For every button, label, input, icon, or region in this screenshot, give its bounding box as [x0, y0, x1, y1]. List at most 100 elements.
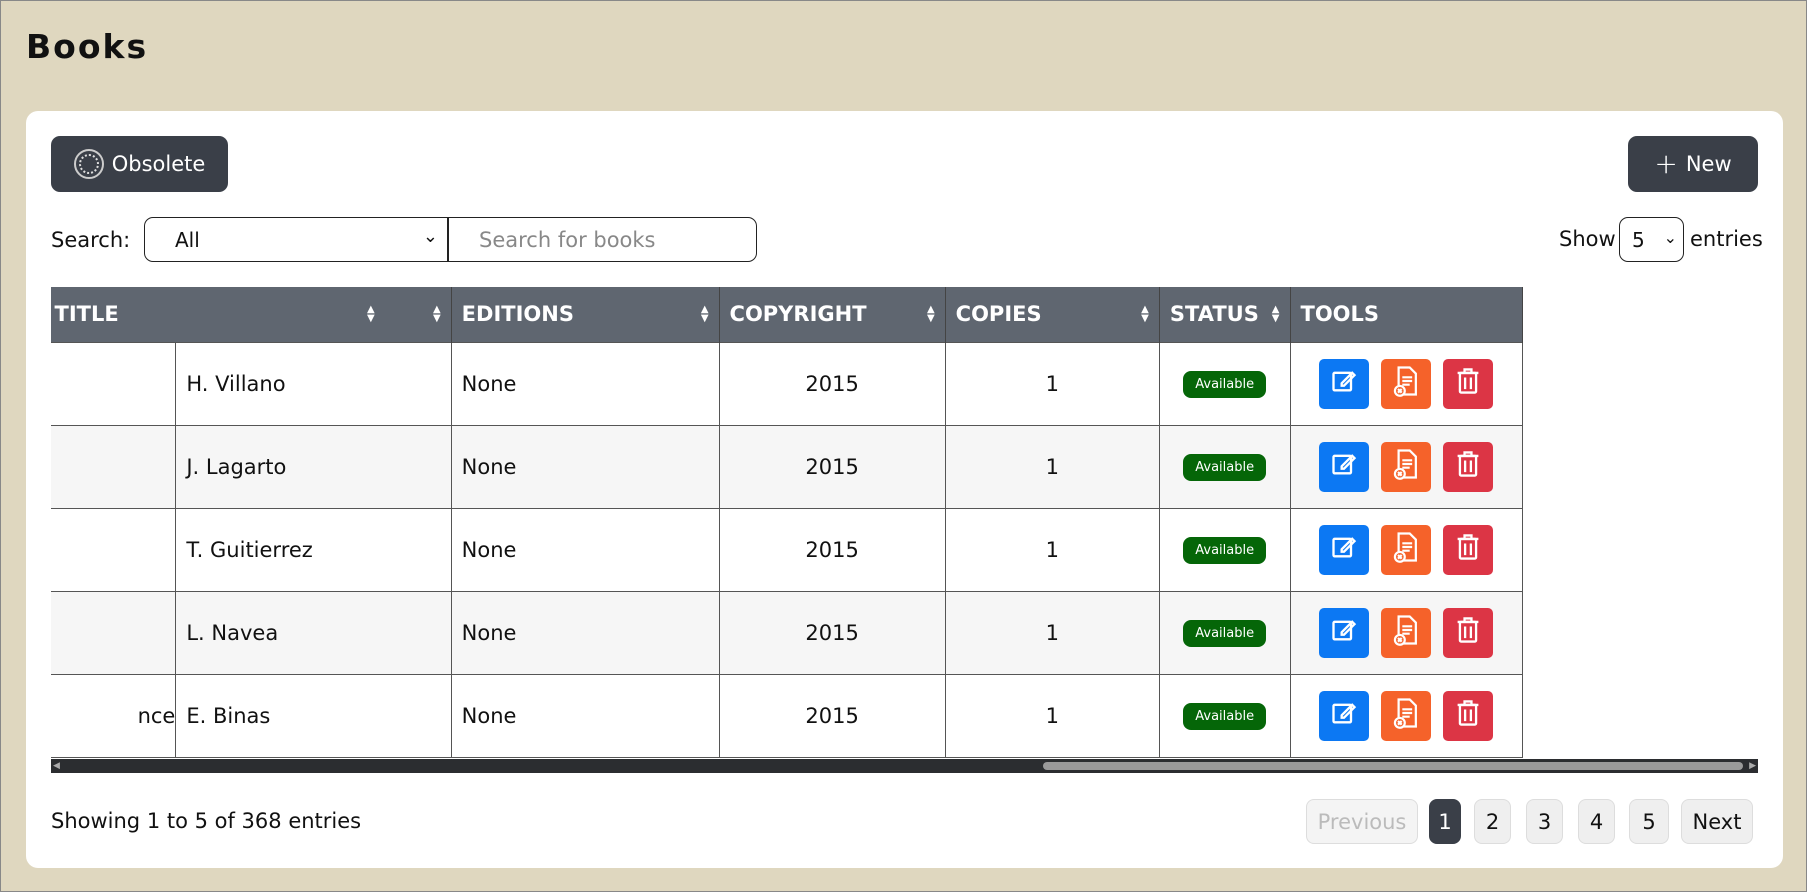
delete-button[interactable]	[1443, 524, 1494, 575]
edit-button[interactable]	[1319, 607, 1370, 658]
pagination-next[interactable]: Next	[1681, 799, 1753, 844]
cell-editions: None	[450, 673, 720, 758]
books-card: Obsolete + New Search: All ⌄ Search for …	[26, 111, 1783, 868]
scrollbar-thumb[interactable]	[1043, 762, 1743, 770]
cell-tools	[1289, 673, 1523, 758]
horizontal-scrollbar[interactable]: ◀ ▶	[51, 759, 1758, 773]
cell-title-text: nce	[137, 703, 176, 728]
new-button[interactable]: + New	[1628, 136, 1758, 192]
cell-copies: 1	[944, 507, 1160, 592]
cell-copies-text: 1	[1045, 454, 1059, 479]
mark-obsolete-button[interactable]	[1381, 441, 1432, 492]
chevron-down-icon: ⌄	[1663, 228, 1677, 247]
status-badge: Available	[1183, 703, 1267, 730]
cell-status: Available	[1158, 424, 1291, 509]
mark-obsolete-button[interactable]	[1381, 607, 1432, 658]
edit-icon	[1330, 533, 1358, 566]
pagination-previous[interactable]: Previous	[1306, 799, 1418, 844]
delete-button[interactable]	[1443, 690, 1494, 741]
column-header-status[interactable]: STATUS ▲ ▼	[1159, 287, 1291, 342]
cell-author: L. Navea	[175, 590, 452, 675]
column-header-copyright[interactable]: COPYRIGHT ▲ ▼	[719, 287, 946, 342]
pagination-page-2[interactable]: 2	[1474, 799, 1511, 844]
document-remove-icon	[1391, 365, 1421, 402]
scroll-left-icon[interactable]: ◀	[53, 761, 60, 771]
search-filter-select[interactable]: All ⌄	[144, 217, 449, 262]
trash-icon	[1454, 366, 1482, 401]
cell-editions-text: None	[461, 703, 517, 728]
cell-author-text: E. Binas	[186, 703, 271, 728]
cell-author: T. Guitierrez	[175, 507, 452, 592]
cell-editions-text: None	[461, 537, 517, 562]
delete-button[interactable]	[1443, 607, 1494, 658]
trash-icon	[1454, 615, 1482, 650]
cell-author-text: L. Navea	[186, 620, 279, 645]
column-header-editions[interactable]: EDITIONS ▲ ▼	[451, 287, 720, 342]
status-badge: Available	[1183, 454, 1267, 481]
mark-obsolete-button[interactable]	[1381, 358, 1432, 409]
obsolete-button-label: Obsolete	[111, 152, 206, 176]
table-row: J. Lagarto None 2015 1 Available	[51, 424, 1523, 509]
cell-title[interactable]	[51, 424, 177, 509]
edit-button[interactable]	[1319, 358, 1370, 409]
cell-copies-text: 1	[1045, 620, 1059, 645]
cell-copies: 1	[944, 673, 1160, 758]
show-label: Show	[1559, 227, 1616, 251]
column-header-copies[interactable]: COPIES ▲ ▼	[945, 287, 1160, 342]
status-badge: Available	[1183, 620, 1267, 647]
cell-editions: None	[450, 424, 720, 509]
cell-status: Available	[1158, 507, 1291, 592]
mark-obsolete-button[interactable]	[1381, 524, 1432, 575]
column-header-label: STATUS	[1169, 302, 1259, 327]
cell-copyright: 2015	[718, 507, 946, 592]
cell-title[interactable]	[51, 341, 177, 426]
trash-icon	[1454, 532, 1482, 567]
delete-button[interactable]	[1443, 358, 1494, 409]
search-filter-value: All	[175, 227, 200, 252]
column-header-tools: TOOLS	[1290, 287, 1523, 342]
new-button-label: New	[1685, 152, 1732, 176]
cell-editions: None	[450, 341, 720, 426]
cell-author: E. Binas	[175, 673, 452, 758]
cell-status: Available	[1158, 590, 1291, 675]
search-input[interactable]: Search for books	[447, 217, 757, 262]
cell-editions-text: None	[461, 620, 517, 645]
delete-button[interactable]	[1443, 441, 1494, 492]
entries-select[interactable]: 5 ⌄	[1619, 217, 1684, 262]
cell-status: Available	[1158, 673, 1291, 758]
pagination-page-1[interactable]: 1	[1429, 799, 1461, 844]
sort-icon: ▲ ▼	[926, 304, 935, 324]
pagination-page-3[interactable]: 3	[1526, 799, 1563, 844]
document-remove-icon	[1391, 448, 1421, 485]
pagination-page-5[interactable]: 5	[1629, 799, 1669, 844]
pagination-page-4[interactable]: 4	[1578, 799, 1615, 844]
column-header-label: COPIES	[955, 302, 1042, 327]
entries-label: entries	[1690, 227, 1763, 251]
cell-copyright-text: 2015	[805, 454, 859, 479]
obsolete-button[interactable]: Obsolete	[51, 136, 228, 192]
chevron-down-icon: ⌄	[422, 226, 438, 247]
cell-title[interactable]: nce	[51, 673, 177, 758]
cell-copies-text: 1	[1045, 371, 1059, 396]
cell-copyright-text: 2015	[805, 620, 859, 645]
mark-obsolete-button[interactable]	[1381, 690, 1432, 741]
cell-title[interactable]	[51, 507, 177, 592]
table-row: T. Guitierrez None 2015 1 Available	[51, 507, 1523, 592]
cell-copyright-text: 2015	[805, 537, 859, 562]
cell-author: H. Villano	[175, 341, 452, 426]
books-table: TITLE ▲ ▼ ▲ ▼ EDITIONS ▲ ▼ COPYRIGHT ▲ ▼ COP…	[51, 287, 1758, 774]
scroll-right-icon[interactable]: ▶	[1749, 761, 1756, 771]
edit-button[interactable]	[1319, 690, 1370, 741]
document-remove-icon	[1391, 531, 1421, 568]
cell-title[interactable]	[51, 590, 177, 675]
search-label: Search:	[51, 228, 131, 252]
column-header-label: EDITIONS	[461, 302, 574, 327]
edit-button[interactable]	[1319, 524, 1370, 575]
edit-icon	[1330, 450, 1358, 483]
sort-icon: ▲ ▼	[366, 304, 375, 324]
sort-icon: ▲ ▼	[1141, 304, 1149, 324]
edit-button[interactable]	[1319, 441, 1370, 492]
table-row: nce E. Binas None 2015 1 Available	[51, 673, 1523, 758]
column-header-title[interactable]: TITLE ▲ ▼ ▲ ▼	[51, 287, 452, 342]
search-placeholder: Search for books	[479, 227, 656, 252]
